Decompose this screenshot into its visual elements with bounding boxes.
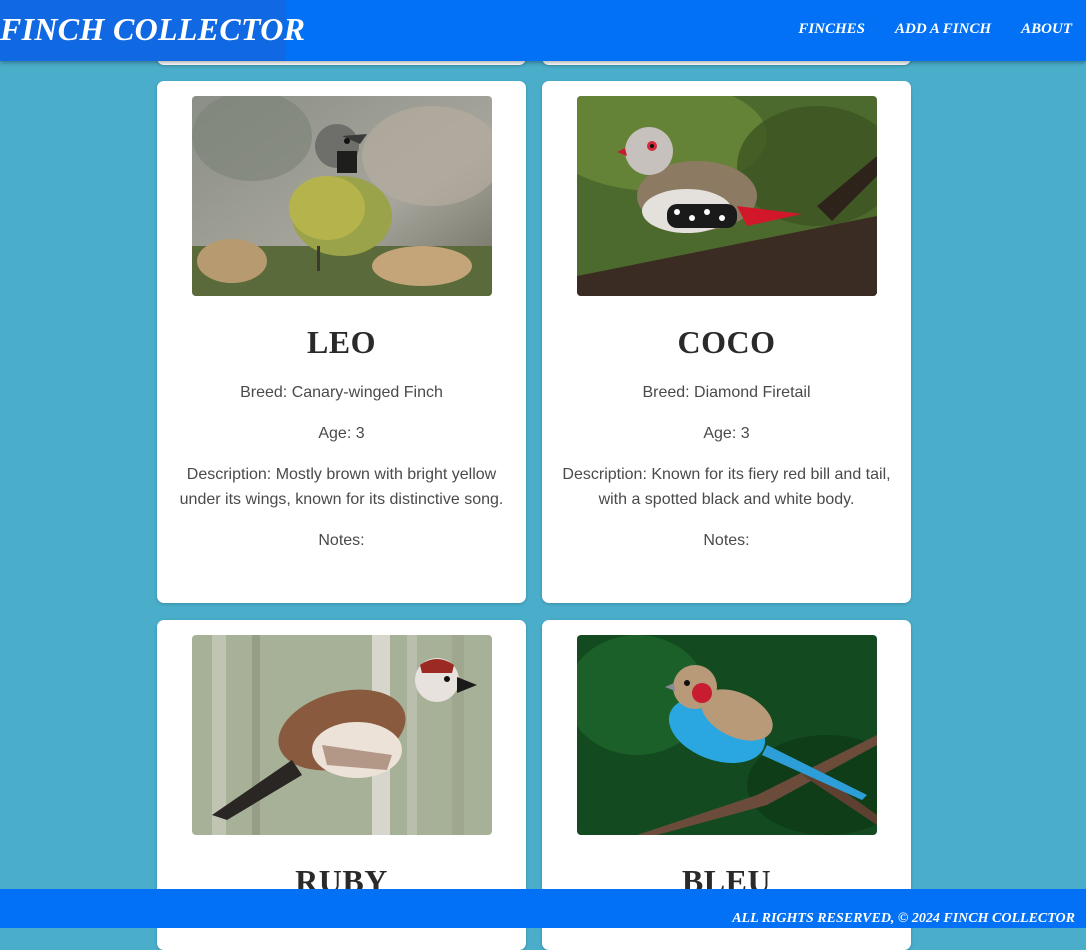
finch-description: Description: Mostly brown with bright ye… — [179, 466, 504, 508]
finch-photo — [577, 96, 877, 296]
finch-description: Description: Known for its fiery red bil… — [562, 466, 891, 508]
nav-about-link[interactable]: ABOUT — [1021, 21, 1072, 38]
main-nav: FINCHES ADD A FINCH ABOUT — [798, 0, 1072, 58]
finch-card[interactable]: COCO Breed: Diamond Firetail Age: 3 Desc… — [542, 81, 911, 603]
finch-name[interactable]: COCO — [542, 324, 911, 361]
site-header: FINCH COLLECTOR FINCHES ADD A FINCH ABOU… — [0, 0, 1086, 61]
finch-age: Age: 3 — [703, 425, 750, 442]
finch-photo — [577, 635, 877, 835]
finch-photo — [192, 96, 492, 296]
nav-add-finch-link[interactable]: ADD A FINCH — [895, 21, 991, 38]
site-footer: ALL RIGHTS RESERVED, © 2024 FINCH COLLEC… — [0, 889, 1086, 928]
finch-breed: Breed: Diamond Firetail — [642, 384, 811, 401]
footer-copyright: ALL RIGHTS RESERVED, © 2024 FINCH COLLEC… — [732, 911, 1075, 926]
finch-notes: Notes: — [318, 532, 365, 549]
finch-breed: Breed: Canary-winged Finch — [240, 384, 443, 401]
finch-age: Age: 3 — [318, 425, 365, 442]
finch-name[interactable]: LEO — [157, 324, 526, 361]
site-logo[interactable]: FINCH COLLECTOR — [0, 0, 305, 61]
finch-notes: Notes: — [703, 532, 750, 549]
finch-card[interactable]: LEO Breed: Canary-winged Finch Age: 3 De… — [157, 81, 526, 603]
finch-photo — [192, 635, 492, 835]
nav-finches-link[interactable]: FINCHES — [798, 21, 865, 38]
